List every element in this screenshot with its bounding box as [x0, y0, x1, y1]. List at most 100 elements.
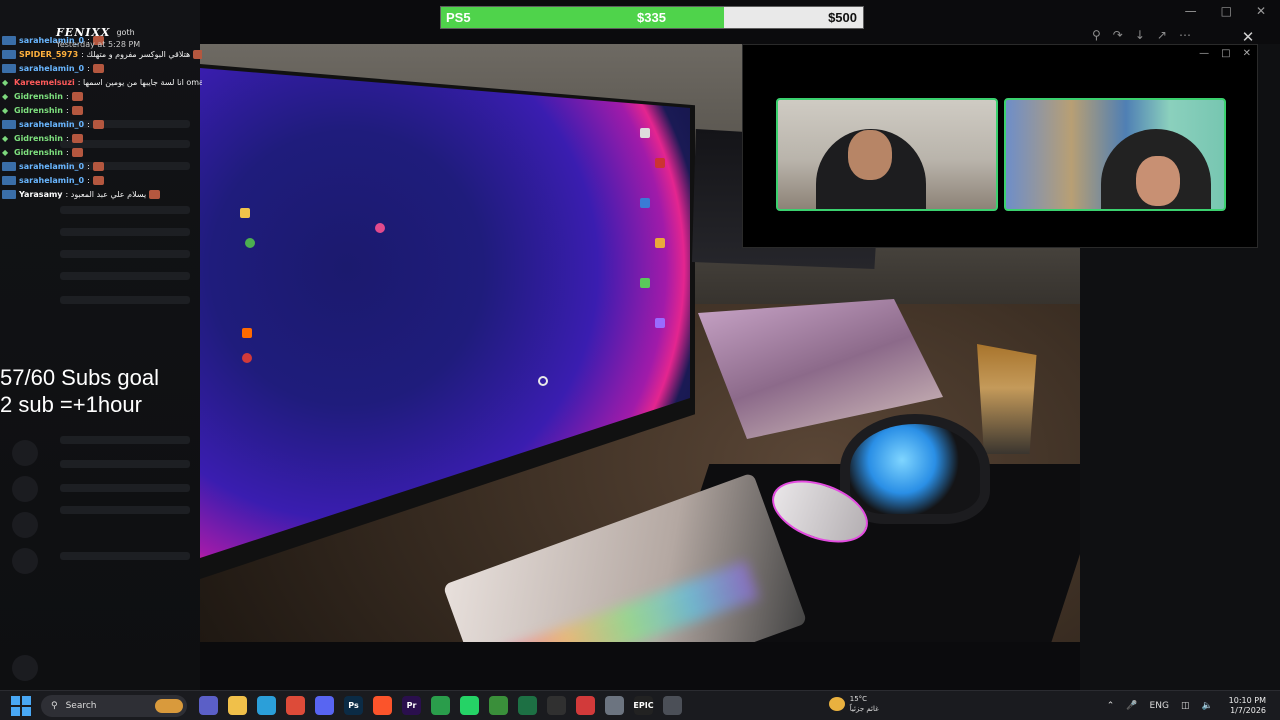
desktop-icon [245, 238, 255, 248]
webcam-guest [1004, 98, 1226, 211]
desktop-icon [375, 223, 385, 233]
stream-chat: sarahelamin_0: SPIDER_5973: هتلاقي البوكس… [2, 33, 202, 201]
diamond-badge-icon: ◆ [2, 147, 9, 157]
clock[interactable]: 10:10 PM 1/7/2026 [1229, 696, 1266, 716]
brave-icon[interactable] [373, 696, 392, 715]
chat-message: sarahelamin_0: [2, 173, 202, 187]
close-icon[interactable]: ✕ [1243, 48, 1251, 59]
file-explorer-icon[interactable] [228, 696, 247, 715]
chat-text: : انا لسة جايبها من يومين اسمها omal ب ١… [77, 77, 202, 87]
desktop-icon [640, 278, 650, 288]
emote-icon [71, 133, 83, 143]
chat-username[interactable]: Gidrenshin [14, 92, 63, 101]
edge-icon[interactable] [257, 696, 276, 715]
background-channel [60, 484, 190, 492]
background-avatar [12, 548, 38, 574]
zoom-icon[interactable]: ⚲ [1092, 28, 1101, 42]
chat-username[interactable]: SPIDER_5973 [19, 50, 78, 59]
maximize-icon[interactable]: □ [1221, 4, 1232, 18]
more-icon[interactable]: ⋯ [1179, 28, 1191, 42]
background-channel [60, 506, 190, 514]
subscriber-badge-icon [2, 189, 16, 199]
teams-icon[interactable] [199, 696, 218, 715]
chat-text: : [87, 161, 90, 171]
overlay-window-controls: — □ ✕ [1199, 48, 1251, 59]
minimize-icon[interactable]: — [1199, 48, 1209, 59]
chat-header: FENIXX goth [56, 26, 135, 39]
background-channel [60, 272, 190, 280]
chat-text: : هتلاقي البوكسر مفروم و متهلك [81, 49, 191, 59]
background-avatar [12, 476, 38, 502]
channel-tag: goth [116, 28, 135, 37]
search-icon: ⚲ [51, 700, 58, 711]
chat-text: : [66, 147, 69, 157]
background-channel [60, 552, 190, 560]
chat-username[interactable]: Kareemelsuzi [14, 78, 75, 87]
maximize-icon[interactable]: □ [1221, 48, 1230, 59]
chat-username[interactable]: sarahelamin_0 [19, 176, 84, 185]
chat-username[interactable]: sarahelamin_0 [19, 120, 84, 129]
background-avatar [12, 512, 38, 538]
photoshop-icon[interactable]: Ps [344, 696, 363, 715]
weather-widget[interactable]: 15°C غائم جزئياً [828, 694, 879, 714]
start-button[interactable] [11, 695, 31, 716]
chat-username[interactable]: Gidrenshin [14, 106, 63, 115]
chat-text: : [87, 63, 90, 73]
chat-username[interactable]: Gidrenshin [14, 148, 63, 157]
settings-icon[interactable] [605, 696, 624, 715]
chat-text: : [66, 91, 69, 101]
chat-timestamp: Yesterday at 5:28 PM [56, 40, 141, 49]
epic-games-icon[interactable]: EPIC [633, 696, 654, 715]
chat-username[interactable]: sarahelamin_0 [19, 64, 84, 73]
chrome-icon[interactable] [286, 696, 305, 715]
goal-item-label: PS5 [446, 10, 471, 25]
chat-username[interactable]: Gidrenshin [14, 134, 63, 143]
desktop-icon [655, 238, 665, 248]
volume-icon[interactable]: 🔈 [1201, 701, 1212, 711]
subscriber-badge-icon [2, 63, 16, 73]
background-avatar [12, 440, 38, 466]
goal-progress-fill [441, 7, 724, 28]
excel-icon[interactable] [518, 696, 537, 715]
minimize-icon[interactable]: — [1185, 4, 1197, 18]
xbox-icon[interactable] [431, 696, 450, 715]
guest-head [1136, 156, 1180, 206]
premiere-icon[interactable]: Pr [402, 696, 421, 715]
taskbar-search[interactable]: ⚲ Search [41, 694, 187, 717]
desktop-icon [640, 198, 650, 208]
subscriber-badge-icon [2, 161, 16, 171]
emote-icon [193, 49, 202, 59]
whatsapp-icon[interactable] [460, 696, 479, 715]
share-icon[interactable]: ↷ [1113, 28, 1123, 42]
microphone-icon[interactable]: 🎤 [1126, 701, 1137, 711]
minecraft-icon[interactable] [489, 696, 508, 715]
subscriber-badge-icon [2, 49, 16, 59]
background-channel [60, 296, 190, 304]
close-icon[interactable]: ✕ [1256, 4, 1266, 18]
emote-icon [92, 119, 104, 129]
streaming-app-icon[interactable] [576, 696, 595, 715]
chat-text: : [87, 175, 90, 185]
chat-message: ◆ Gidrenshin: [2, 89, 202, 103]
download-icon[interactable]: ↓ [1135, 28, 1145, 42]
chevron-up-icon[interactable]: ⌃ [1107, 701, 1115, 711]
webcam-streamer [776, 98, 998, 211]
subscriber-badge-icon [2, 35, 16, 45]
chat-message: ◆ Gidrenshin: [2, 131, 202, 145]
desktop-icon [655, 318, 665, 328]
calculator-icon[interactable] [663, 696, 682, 715]
diamond-badge-icon: ◆ [2, 91, 9, 101]
search-highlight-icon [155, 698, 183, 713]
chat-username[interactable]: Yarasamy [19, 190, 63, 199]
emote-icon [149, 189, 161, 199]
chat-username[interactable]: sarahelamin_0 [19, 162, 84, 171]
network-icon[interactable]: ◫ [1181, 701, 1190, 711]
language-indicator[interactable]: ENG [1150, 701, 1169, 711]
webcam-overlay-window: — □ ✕ [742, 44, 1258, 248]
discord-icon[interactable] [315, 696, 334, 715]
open-external-icon[interactable]: ↗ [1157, 28, 1167, 42]
obs-icon[interactable] [547, 696, 566, 715]
system-tray: 15°C غائم جزئياً ⌃ 🎤 ENG ◫ 🔈 10:10 PM 1/… [828, 691, 1280, 720]
goal-target-amount: $500 [828, 10, 857, 25]
donation-goal-bar: PS5 $335 $500 [440, 6, 864, 29]
